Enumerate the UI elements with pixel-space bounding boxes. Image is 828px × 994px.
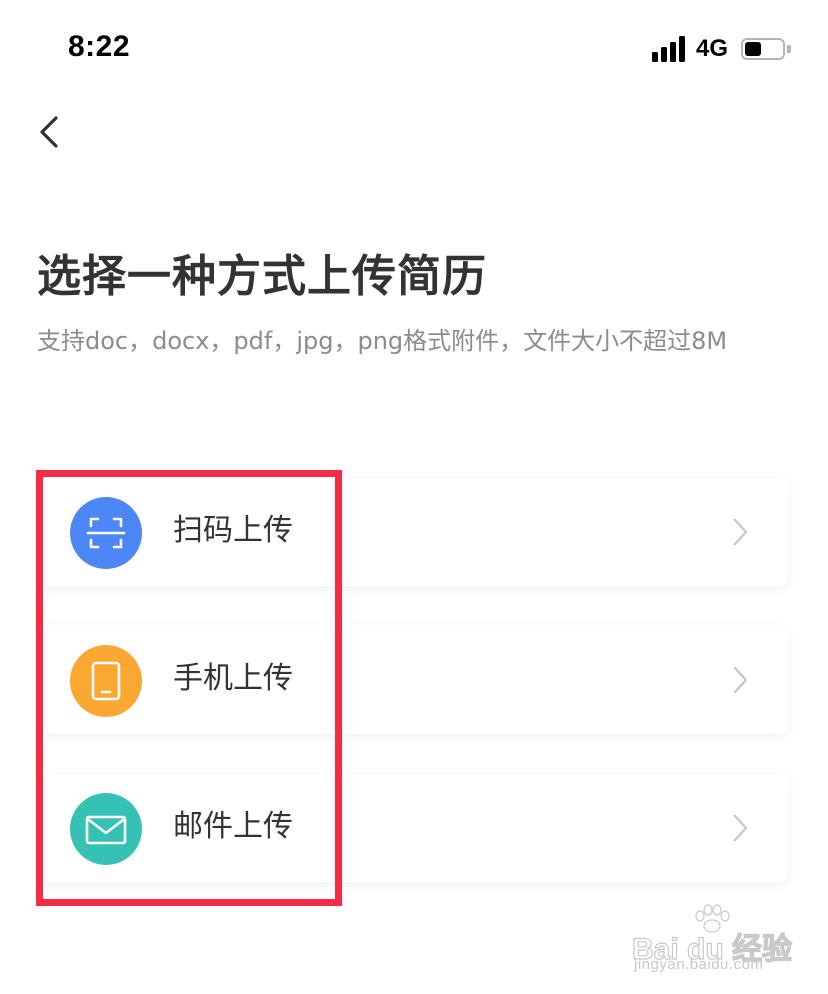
chevron-right-icon [733, 666, 748, 694]
battery-icon [741, 38, 785, 60]
status-time: 8:22 [68, 30, 131, 63]
chevron-left-icon [40, 116, 58, 148]
mail-upload-label: 邮件上传 [173, 809, 293, 844]
watermark-brand: Bai du 经验 [631, 932, 793, 966]
page-subtitle: 支持doc，docx，pdf，jpg，png格式附件，文件大小不超过8M [37, 327, 728, 355]
status-bar: 8:22 4G [0, 0, 828, 100]
mail-icon-badge [70, 793, 142, 865]
scan-icon-badge [70, 497, 142, 569]
phone-icon-badge [70, 645, 142, 717]
scan-upload-option[interactable]: 扫码上传 [40, 478, 788, 586]
upload-options-list: 扫码上传 手机上传 邮件上传 [40, 478, 788, 922]
page-title: 选择一种方式上传简历 [37, 251, 487, 302]
battery-cap [787, 45, 791, 53]
chevron-right-icon [733, 814, 748, 842]
network-type: 4G [696, 35, 729, 62]
watermark-url: jingyan.baidu.com [634, 956, 764, 973]
chevron-right-icon [733, 518, 748, 546]
phone-upload-label: 手机上传 [173, 661, 293, 696]
phone-icon [91, 661, 121, 701]
scan-icon [86, 517, 126, 549]
back-button[interactable] [28, 106, 72, 158]
scan-upload-label: 扫码上传 [173, 513, 293, 548]
mail-icon [85, 815, 127, 845]
phone-upload-option[interactable]: 手机上传 [40, 626, 788, 734]
battery-level [745, 42, 761, 56]
mail-upload-option[interactable]: 邮件上传 [40, 774, 788, 882]
signal-strength-icon [652, 36, 686, 62]
